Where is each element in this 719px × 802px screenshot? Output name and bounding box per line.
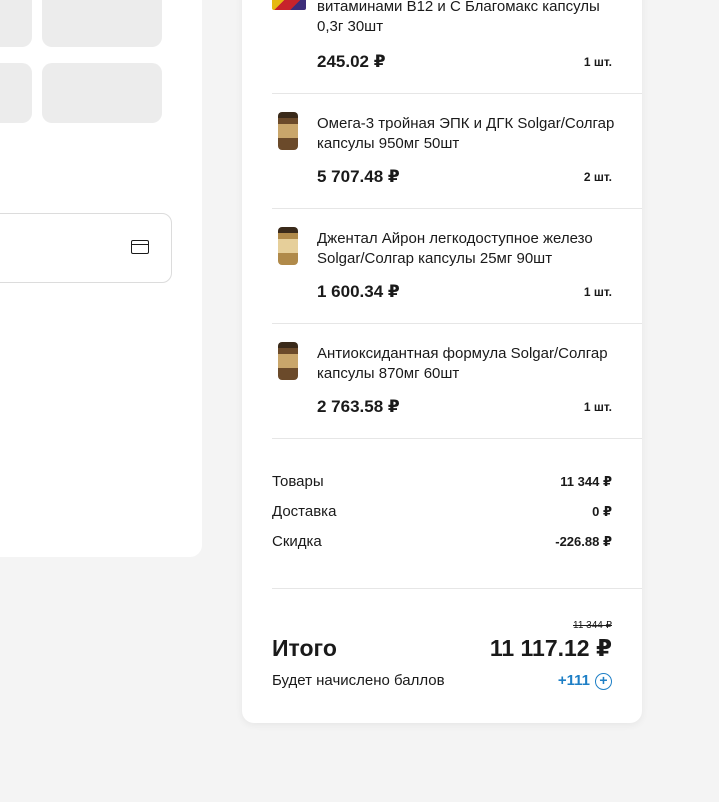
product-price: 245.02 ₽ xyxy=(317,52,386,71)
total-price: 11 117.12 ₽ xyxy=(489,635,612,661)
plus-circle-icon[interactable]: + xyxy=(595,673,612,690)
product-image xyxy=(278,227,300,265)
summary-discount-label: Скидка xyxy=(272,533,322,550)
product-name[interactable]: Омега-3 тройная ЭПК и ДГК Solgar/Солгар … xyxy=(317,114,617,154)
list-item: Омега-3 тройная ЭПК и ДГК Solgar/Солгар … xyxy=(272,94,642,209)
product-price: 2 763.58 ₽ xyxy=(317,397,400,416)
summary-goods-row: Товары 11 344 ₽ xyxy=(272,473,612,490)
summary-discount-value: -226.88 ₽ xyxy=(555,534,612,549)
summary-goods-value: 11 344 ₽ xyxy=(560,474,612,489)
summary-goods-label: Товары xyxy=(272,473,324,490)
product-name[interactable]: Джентал Айрон легкодоступное железо Solg… xyxy=(317,229,617,269)
product-image xyxy=(278,112,300,150)
product-name[interactable]: Антиоксидантная формула Solgar/Солгар ка… xyxy=(317,344,617,384)
total-label: Итого xyxy=(272,635,337,661)
product-quantity: 1 шт. xyxy=(583,400,612,414)
product-quantity: 1 шт. xyxy=(583,285,612,299)
old-total-price: 11 344 ₽ xyxy=(573,620,612,631)
option-tile[interactable] xyxy=(42,63,162,123)
credit-card-icon xyxy=(131,240,149,254)
divider xyxy=(272,588,642,589)
summary-delivery-value: 0 ₽ xyxy=(592,504,612,519)
bonus-label: Будет начислено баллов xyxy=(272,672,445,689)
option-tile[interactable] xyxy=(0,63,32,123)
payment-card-field[interactable] xyxy=(0,213,172,283)
list-item: витаминами B12 и С Благомакс капсулы 0,3… xyxy=(272,0,642,94)
product-image xyxy=(278,342,300,380)
bonus-value: +111 xyxy=(557,672,590,689)
summary-delivery-row: Доставка 0 ₽ xyxy=(272,503,612,520)
order-summary-panel: витаминами B12 и С Благомакс капсулы 0,3… xyxy=(242,0,642,723)
product-image xyxy=(272,0,306,10)
product-name[interactable]: витаминами B12 и С Благомакс капсулы 0,3… xyxy=(317,0,617,37)
summary-discount-row: Скидка -226.88 ₽ xyxy=(272,533,612,550)
list-item: Джентал Айрон легкодоступное железо Solg… xyxy=(272,209,642,324)
product-price: 5 707.48 ₽ xyxy=(317,167,400,186)
option-tile[interactable] xyxy=(42,0,162,47)
product-quantity: 2 шт. xyxy=(583,170,612,184)
list-item: Антиоксидантная формула Solgar/Солгар ка… xyxy=(272,324,642,439)
product-price: 1 600.34 ₽ xyxy=(317,282,400,301)
summary-delivery-label: Доставка xyxy=(272,503,337,520)
product-quantity: 1 шт. xyxy=(583,55,612,69)
option-tile[interactable] xyxy=(0,0,32,47)
